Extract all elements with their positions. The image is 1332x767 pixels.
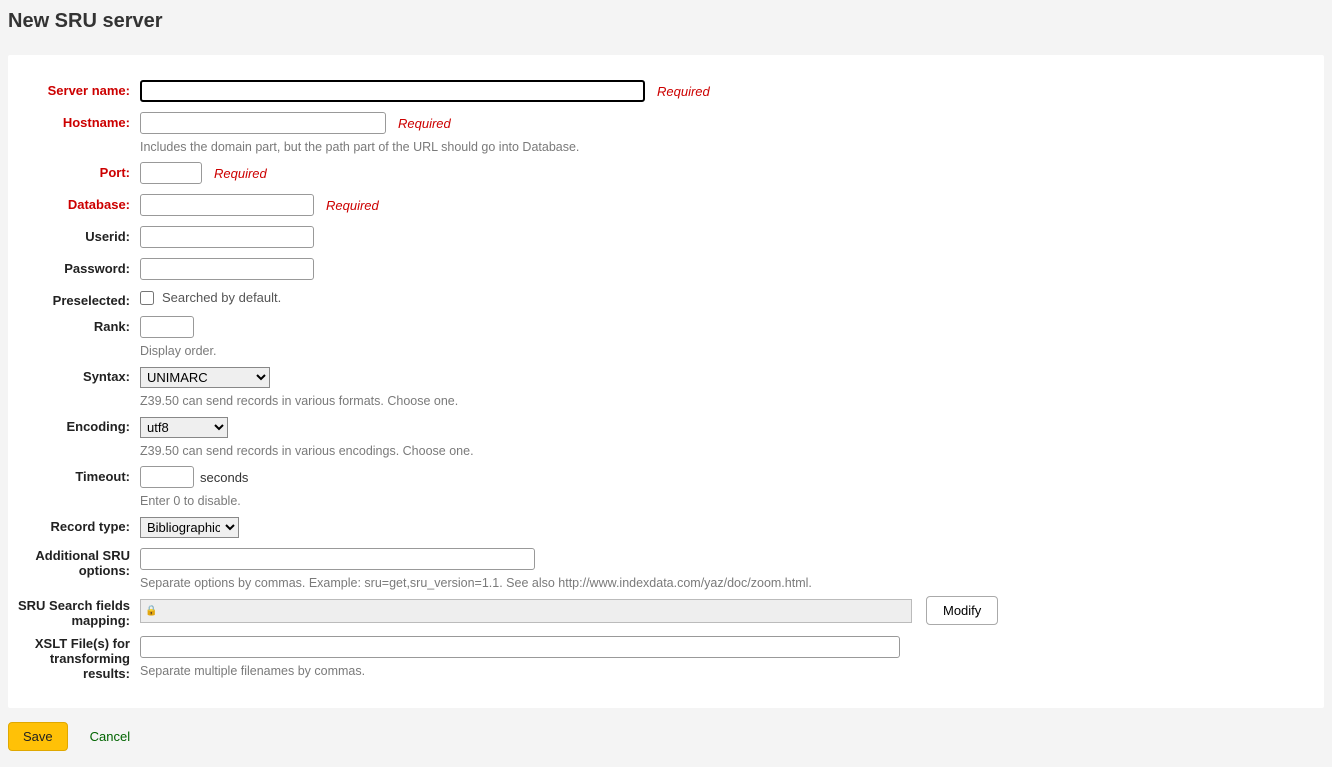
password-input[interactable] xyxy=(140,258,314,280)
label-hostname: Hostname: xyxy=(8,110,140,130)
encoding-select[interactable]: utf8 xyxy=(140,417,228,438)
hostname-hint: Includes the domain part, but the path p… xyxy=(140,136,579,154)
preselected-checkbox-label: Searched by default. xyxy=(162,290,281,305)
rank-input[interactable] xyxy=(140,316,194,338)
page-title: New SRU server xyxy=(0,0,1332,55)
xslt-hint: Separate multiple filenames by commas. xyxy=(140,660,900,678)
encoding-hint: Z39.50 can send records in various encod… xyxy=(140,440,474,458)
timeout-input[interactable] xyxy=(140,466,194,488)
label-sru-options: Additional SRU options: xyxy=(8,546,140,578)
footer-bar: Save Cancel xyxy=(0,708,1332,765)
label-timeout: Timeout: xyxy=(8,464,140,484)
port-input[interactable] xyxy=(140,162,202,184)
server-name-input[interactable] xyxy=(140,80,645,102)
hostname-input[interactable] xyxy=(140,112,386,134)
syntax-select[interactable]: UNIMARC xyxy=(140,367,270,388)
sru-mapping-field: 🔒 xyxy=(140,599,912,623)
timeout-hint: Enter 0 to disable. xyxy=(140,490,248,508)
label-database: Database: xyxy=(8,192,140,212)
rank-hint: Display order. xyxy=(140,340,216,358)
lock-icon: 🔒 xyxy=(145,605,157,616)
xslt-input[interactable] xyxy=(140,636,900,658)
label-syntax: Syntax: xyxy=(8,364,140,384)
label-encoding: Encoding: xyxy=(8,414,140,434)
label-rank: Rank: xyxy=(8,314,140,334)
syntax-hint: Z39.50 can send records in various forma… xyxy=(140,390,458,408)
form-panel: Server name: Required Hostname: Required… xyxy=(8,55,1324,708)
label-xslt: XSLT File(s) for transforming results: xyxy=(8,634,140,681)
modify-button[interactable]: Modify xyxy=(926,596,998,625)
timeout-suffix: seconds xyxy=(200,470,248,485)
database-input[interactable] xyxy=(140,194,314,216)
required-text: Required xyxy=(657,84,710,99)
cancel-link[interactable]: Cancel xyxy=(90,729,130,744)
label-userid: Userid: xyxy=(8,224,140,244)
required-text: Required xyxy=(214,166,267,181)
save-button[interactable]: Save xyxy=(8,722,68,751)
sru-options-input[interactable] xyxy=(140,548,535,570)
label-port: Port: xyxy=(8,160,140,180)
label-password: Password: xyxy=(8,256,140,276)
label-preselected: Preselected: xyxy=(8,288,140,308)
preselected-checkbox[interactable] xyxy=(140,291,154,305)
sru-options-hint: Separate options by commas. Example: sru… xyxy=(140,572,812,590)
userid-input[interactable] xyxy=(140,226,314,248)
label-server-name: Server name: xyxy=(8,78,140,98)
record-type-select[interactable]: Bibliographic xyxy=(140,517,239,538)
required-text: Required xyxy=(398,116,451,131)
label-sru-mapping: SRU Search fields mapping: xyxy=(8,596,140,628)
label-record-type: Record type: xyxy=(8,514,140,534)
required-text: Required xyxy=(326,198,379,213)
